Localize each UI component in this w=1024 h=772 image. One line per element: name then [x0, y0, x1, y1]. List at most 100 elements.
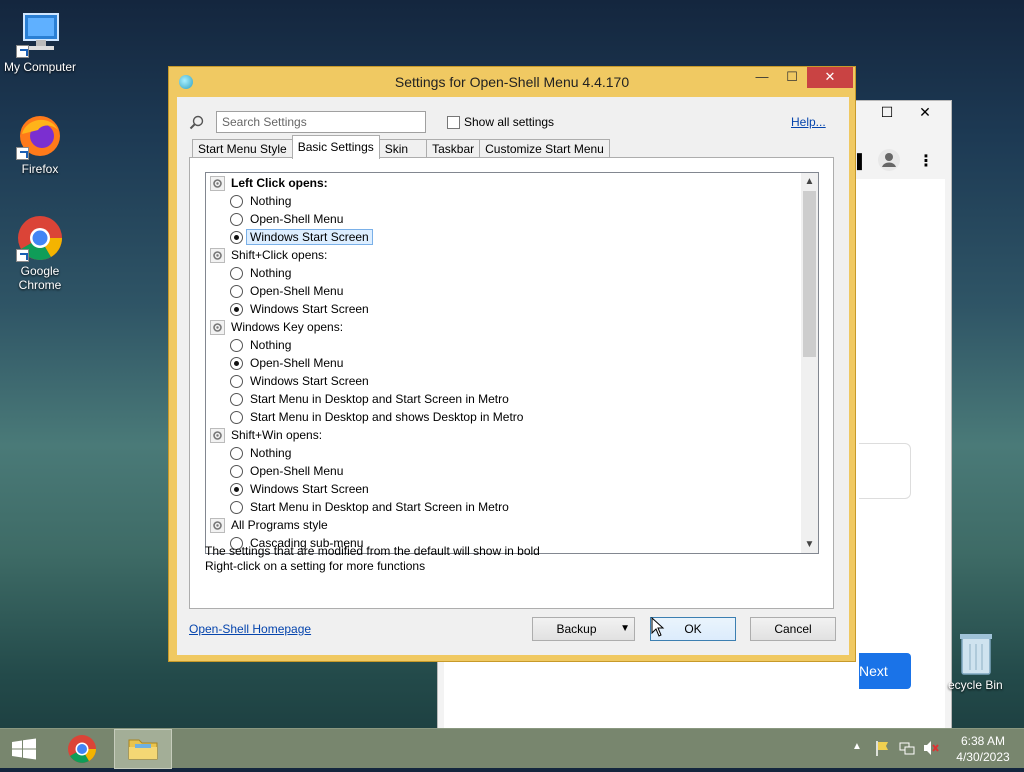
search-settings-input[interactable] — [216, 111, 426, 133]
setting-group-label: Left Click opens: — [231, 176, 328, 190]
setting-option[interactable]: Start Menu in Desktop and Start Screen i… — [230, 498, 509, 516]
setting-option-label: Nothing — [250, 338, 292, 352]
radio-button[interactable] — [230, 374, 243, 388]
setting-option-label: Start Menu in Desktop and Start Screen i… — [250, 500, 509, 514]
setting-option-label: Nothing — [250, 446, 292, 460]
radio-button[interactable] — [230, 464, 243, 478]
setting-option[interactable]: Open-Shell Menu — [230, 462, 343, 480]
radio-button[interactable] — [230, 482, 243, 496]
chrome-desktop-icon[interactable]: Google Chrome — [0, 214, 80, 292]
show-all-settings-checkbox[interactable]: Show all settings — [447, 115, 554, 129]
bg-next-button[interactable]: Next — [859, 653, 911, 689]
dialog-client-area: Show all settings Help... Start Menu Sty… — [177, 97, 849, 655]
recycle-bin-desktop-icon[interactable]: ecycle Bin — [948, 630, 1024, 692]
folder-icon — [128, 739, 158, 760]
setting-group-label: Shift+Click opens: — [231, 248, 328, 262]
radio-button[interactable] — [230, 266, 243, 280]
radio-button[interactable] — [230, 302, 243, 316]
setting-option-label: Nothing — [250, 194, 292, 208]
setting-option[interactable]: Nothing — [230, 192, 291, 210]
radio-button[interactable] — [230, 356, 243, 370]
radio-button[interactable] — [230, 446, 243, 460]
setting-option[interactable]: Nothing — [230, 264, 291, 282]
setting-option[interactable]: Start Menu in Desktop and Start Screen i… — [230, 390, 509, 408]
taskbar-file-explorer-button[interactable] — [114, 729, 172, 769]
taskbar-chrome-button[interactable] — [53, 729, 111, 769]
backup-button[interactable]: Backup ▼ — [532, 617, 635, 641]
setting-gear-icon — [210, 247, 225, 263]
bg-profile-icon[interactable] — [878, 149, 900, 171]
radio-button[interactable] — [230, 212, 243, 226]
setting-option-label: Open-Shell Menu — [250, 356, 344, 370]
radio-button[interactable] — [230, 194, 243, 208]
setting-option[interactable]: Open-Shell Menu — [230, 210, 343, 228]
shortcut-arrow-icon — [16, 147, 29, 160]
setting-group[interactable]: Windows Key opens: — [210, 318, 343, 336]
setting-option[interactable]: Nothing — [230, 336, 291, 354]
shortcut-arrow-icon — [16, 249, 29, 262]
setting-option[interactable]: Windows Start Screen — [230, 300, 369, 318]
checkbox-box[interactable] — [447, 115, 460, 129]
setting-group-label: All Programs style — [231, 518, 328, 532]
backup-button-label: Backup — [556, 622, 597, 636]
setting-option-label: Windows Start Screen — [250, 374, 369, 388]
dropdown-arrow-icon[interactable]: ▼ — [620, 618, 630, 640]
desktop-icon-label: My Computer — [3, 60, 77, 74]
close-button[interactable]: ✕ — [807, 67, 853, 88]
tab-start-menu-style[interactable]: Start Menu Style — [192, 139, 293, 159]
setting-option[interactable]: Windows Start Screen — [230, 480, 369, 498]
settings-scrollbar[interactable]: ▲ ▼ — [801, 173, 818, 553]
cancel-button[interactable]: Cancel — [750, 617, 836, 641]
radio-button[interactable] — [230, 230, 243, 244]
setting-gear-icon — [210, 517, 225, 533]
help-link[interactable]: Help... — [791, 115, 826, 129]
setting-option[interactable]: Open-Shell Menu — [230, 282, 343, 300]
radio-button[interactable] — [230, 392, 243, 406]
setting-group[interactable]: All Programs style — [210, 516, 328, 534]
action-center-flag-icon[interactable] — [874, 739, 890, 760]
setting-group[interactable]: Shift+Click opens: — [210, 246, 327, 264]
setting-option[interactable]: Open-Shell Menu — [230, 354, 343, 372]
start-button[interactable] — [0, 729, 48, 769]
desktop-icon-label: Firefox — [21, 162, 59, 176]
chrome-icon — [68, 735, 96, 763]
setting-option[interactable]: Windows Start Screen — [230, 228, 373, 246]
tab-taskbar[interactable]: Taskbar — [426, 139, 481, 159]
setting-option[interactable]: Nothing — [230, 444, 291, 462]
setting-option[interactable]: Start Menu in Desktop and shows Desktop … — [230, 408, 523, 426]
chrome-icon — [16, 214, 64, 262]
recycle-bin-icon — [956, 630, 996, 678]
radio-button[interactable] — [230, 284, 243, 298]
bg-close-button[interactable]: ✕ — [900, 101, 950, 123]
radio-button[interactable] — [230, 500, 243, 514]
taskbar-clock[interactable]: 6:38 AM 4/30/2023 — [948, 733, 1018, 765]
bg-input-field[interactable] — [859, 443, 911, 499]
firefox-icon — [16, 112, 64, 160]
open-shell-homepage-link[interactable]: Open-Shell Homepage — [189, 622, 311, 636]
setting-group[interactable]: Shift+Win opens: — [210, 426, 322, 444]
scroll-up-arrow-icon[interactable]: ▲ — [801, 173, 818, 190]
setting-group-label: Shift+Win opens: — [231, 428, 323, 442]
show-hidden-icons-chevron-icon[interactable]: ▲ — [852, 741, 862, 752]
setting-option-label: Open-Shell Menu — [250, 284, 344, 298]
setting-option-label: Start Menu in Desktop and shows Desktop … — [250, 410, 524, 424]
basic-settings-panel: ▲ ▼ Left Click opens: Nothing Open-Shell M… — [189, 157, 834, 609]
tab-basic-settings[interactable]: Basic Settings — [291, 135, 380, 159]
volume-muted-icon[interactable] — [922, 739, 940, 760]
dialog-titlebar[interactable]: Settings for Open-Shell Menu 4.4.170 — ☐… — [169, 67, 855, 97]
tab-skin[interactable]: Skin — [378, 139, 428, 159]
radio-button[interactable] — [230, 338, 243, 352]
my-computer-desktop-icon[interactable]: My Computer — [0, 10, 80, 74]
maximize-button[interactable]: ☐ — [777, 67, 807, 88]
setting-group[interactable]: Left Click opens: — [210, 174, 328, 192]
network-icon[interactable] — [898, 739, 916, 760]
windows-logo-icon — [12, 738, 36, 760]
minimize-button[interactable]: — — [747, 67, 777, 88]
radio-button[interactable] — [230, 410, 243, 424]
bg-menu-icon[interactable]: ⋮ — [918, 151, 934, 171]
firefox-desktop-icon[interactable]: Firefox — [0, 112, 80, 176]
scroll-thumb[interactable] — [803, 191, 816, 357]
setting-option[interactable]: Windows Start Screen — [230, 372, 369, 390]
scroll-down-arrow-icon[interactable]: ▼ — [801, 536, 818, 553]
tab-customize-start-menu[interactable]: Customize Start Menu — [479, 139, 610, 159]
